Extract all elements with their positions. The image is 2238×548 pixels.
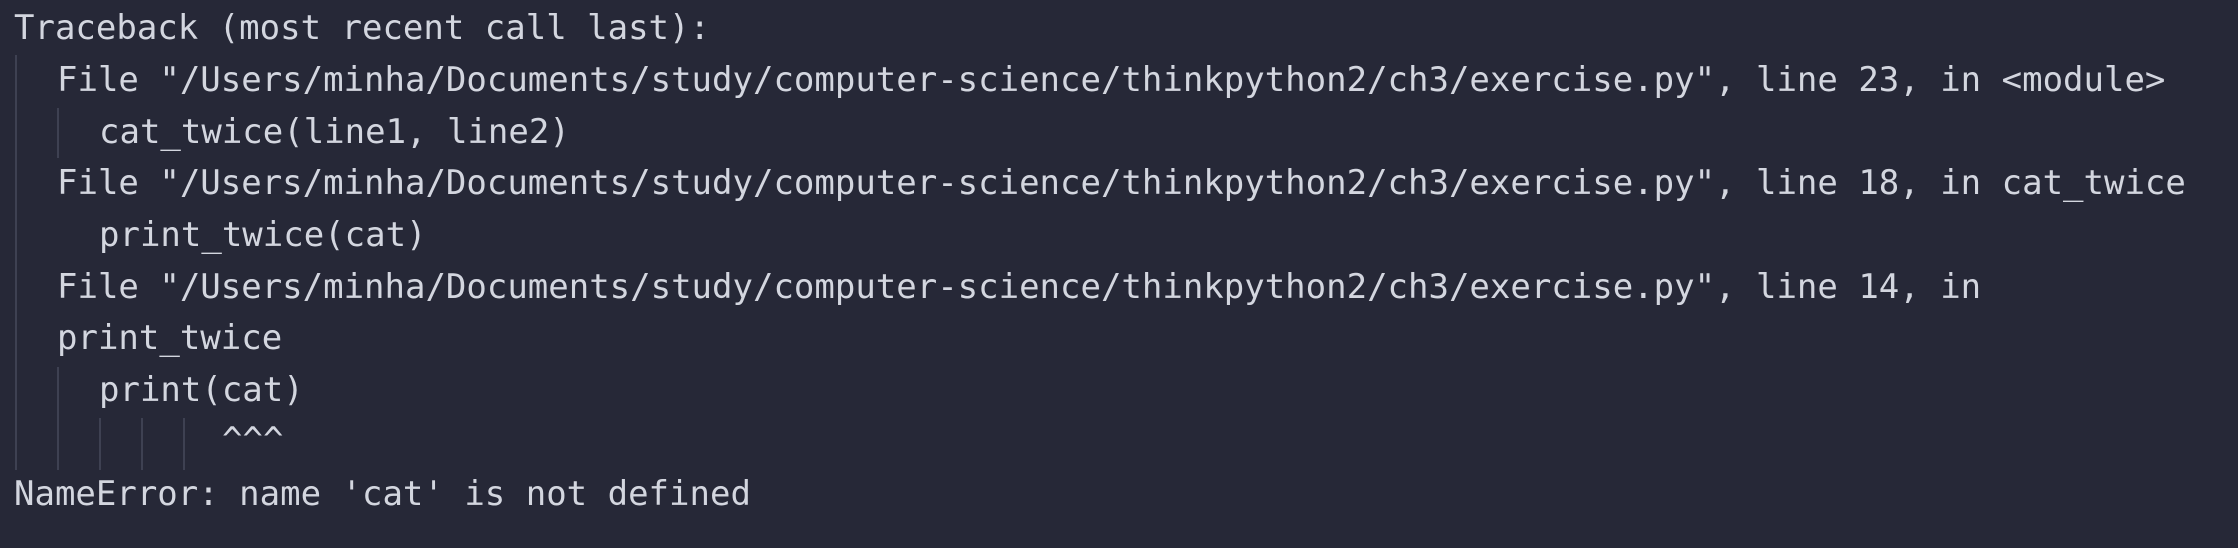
traceback-code-line: print_twice(cat) — [99, 215, 427, 255]
error-marker: ^^^ — [222, 420, 284, 460]
traceback-code-line: cat_twice(line1, line2) — [99, 112, 570, 152]
indent-guide — [99, 418, 101, 470]
traceback-file-line: File "/Users/minha/Documents/study/compu… — [57, 163, 2186, 203]
indent-guide — [15, 55, 17, 470]
terminal-output[interactable]: Traceback (most recent call last): File … — [0, 0, 2238, 548]
traceback-header: Traceback (most recent call last): — [14, 8, 710, 48]
error-message: NameError: name 'cat' is not defined — [14, 474, 751, 514]
indent-guide — [141, 418, 143, 470]
indent-guide — [57, 108, 59, 158]
traceback-file-line: File "/Users/minha/Documents/study/compu… — [57, 60, 2166, 100]
indent-guide — [57, 367, 59, 470]
traceback-file-line-wrap: print_twice — [57, 318, 283, 358]
traceback-file-line: File "/Users/minha/Documents/study/compu… — [57, 267, 1982, 307]
traceback-code-line: print(cat) — [99, 370, 304, 410]
indent-guide — [183, 418, 185, 470]
